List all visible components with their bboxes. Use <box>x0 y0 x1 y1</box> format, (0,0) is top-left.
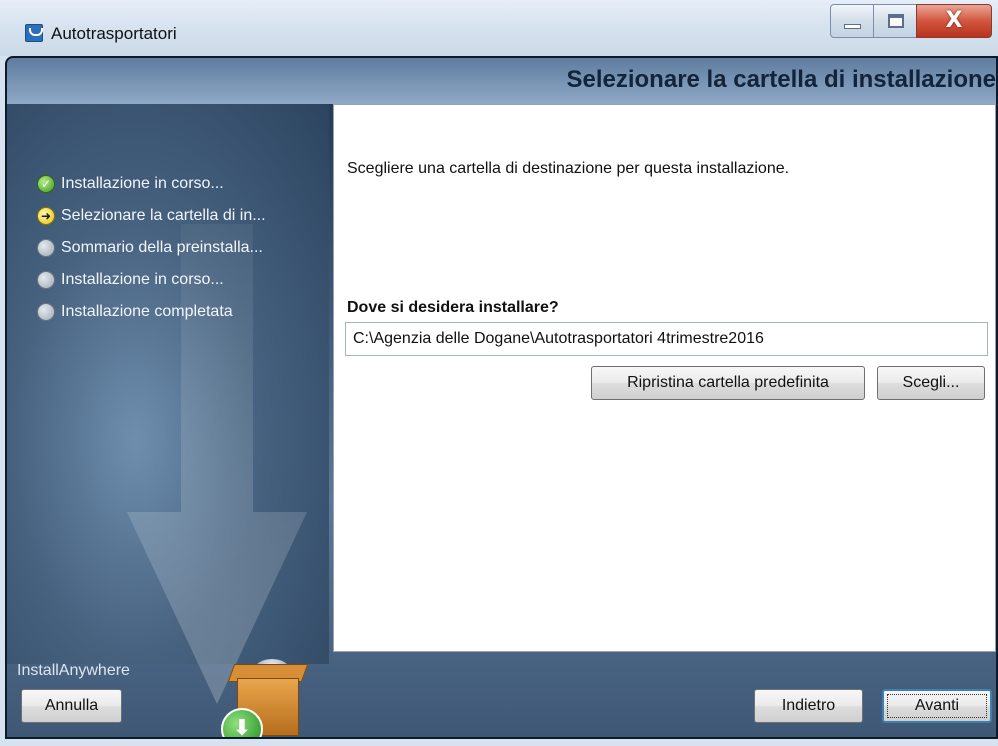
maximize-icon <box>888 14 904 28</box>
gray-circle-icon <box>37 239 55 257</box>
brand-label: InstallAnywhere <box>17 662 130 679</box>
step-item: ➜ Selezionare la cartella di in... <box>37 200 266 232</box>
arrow-right-icon: ➜ <box>37 207 55 225</box>
step-label: Installazione in corso... <box>61 271 224 288</box>
steps-panel: ✓ Installazione in corso... ➜ Selezionar… <box>7 104 329 737</box>
next-button[interactable]: Avanti <box>882 689 992 723</box>
step-label: Installazione in corso... <box>61 175 224 192</box>
cancel-button[interactable]: Annulla <box>21 689 122 723</box>
gray-circle-icon <box>37 271 55 289</box>
checkmark-icon: ✓ <box>37 175 55 193</box>
minimize-button[interactable] <box>830 4 874 38</box>
minimize-icon <box>844 24 861 29</box>
choose-folder-button[interactable]: Scegli... <box>877 366 985 400</box>
steps-list: ✓ Installazione in corso... ➜ Selezionar… <box>37 168 266 328</box>
close-icon: X <box>945 8 963 33</box>
maximize-button[interactable] <box>873 4 917 38</box>
close-button[interactable]: X <box>916 4 992 38</box>
restore-default-folder-button[interactable]: Ripristina cartella predefinita <box>591 366 865 400</box>
install-path-input[interactable] <box>345 322 988 356</box>
window-title: Autotrasportatori <box>51 24 177 43</box>
step-item: Installazione in corso... <box>37 264 266 296</box>
installer-window: Selezionare la cartella di installazione… <box>5 56 998 739</box>
intro-text: Scegliere una cartella di destinazione p… <box>347 160 790 177</box>
step-item: ✓ Installazione in corso... <box>37 168 266 200</box>
content-panel: Scegliere una cartella di destinazione p… <box>333 104 996 652</box>
step-label: Selezionare la cartella di in... <box>61 207 266 224</box>
step-item: Sommario della preinstalla... <box>37 232 266 264</box>
title-bar: Autotrasportatori X <box>0 0 998 56</box>
step-label: Sommario della preinstalla... <box>61 239 263 256</box>
installer-app-icon <box>25 24 43 42</box>
header-bar: Selezionare la cartella di installazione <box>7 58 996 104</box>
gray-circle-icon <box>37 303 55 321</box>
page-title: Selezionare la cartella di installazione <box>566 66 996 93</box>
back-button[interactable]: Indietro <box>754 689 863 723</box>
step-label: Installazione completata <box>61 303 233 320</box>
install-location-question: Dove si desidera installare? <box>347 299 559 316</box>
step-item: Installazione completata <box>37 296 266 328</box>
